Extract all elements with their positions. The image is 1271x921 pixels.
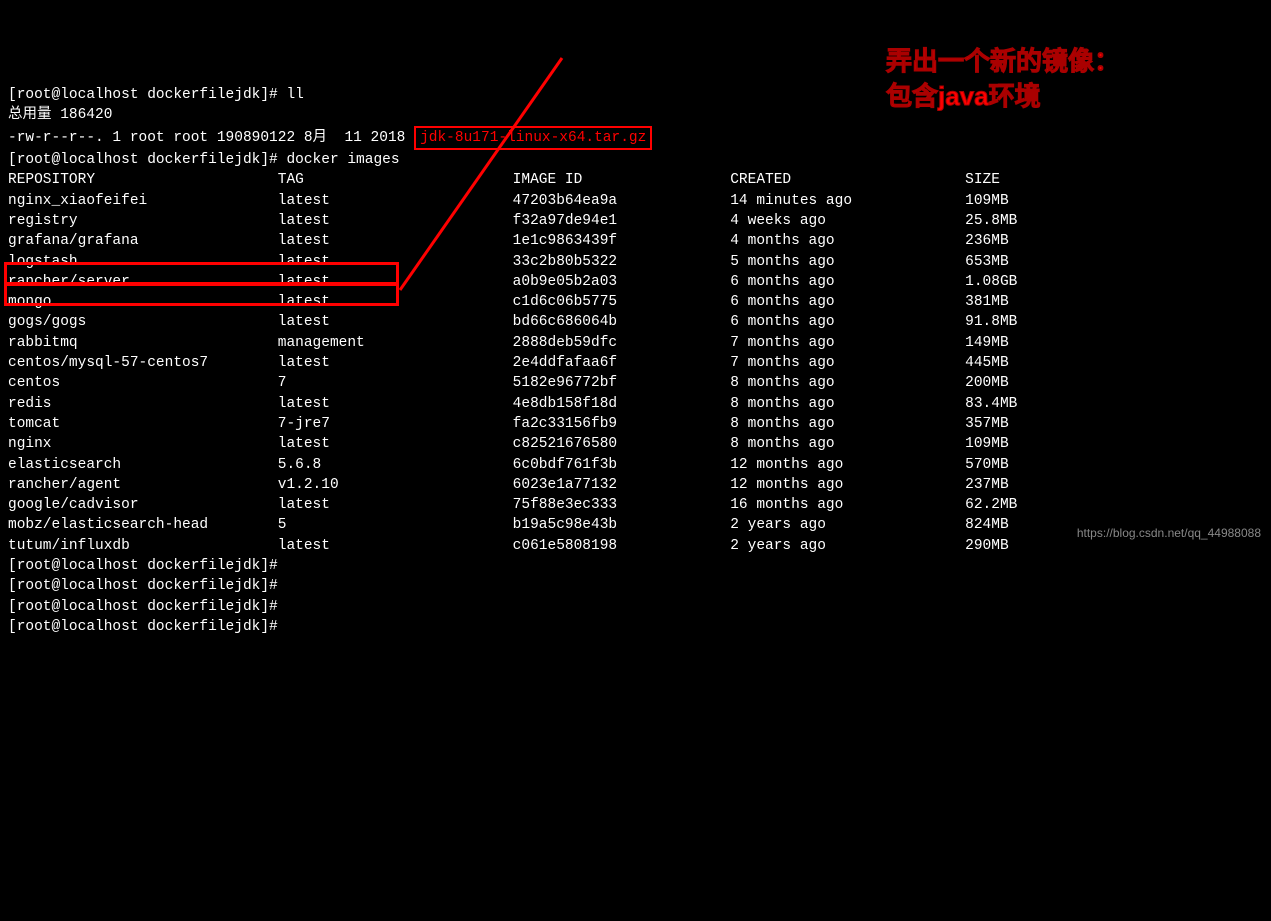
table-header: REPOSITORY TAG IMAGE ID CREATED SIZE bbox=[8, 170, 1263, 190]
table-row: mobz/elasticsearch-head 5 b19a5c98e43b 2… bbox=[8, 515, 1263, 535]
terminal-output: [root@localhost dockerfilejdk]# ll总用量 18… bbox=[8, 85, 1263, 637]
highlighted-filename: jdk-8u171-linux-x64.tar.gz bbox=[414, 126, 652, 150]
table-row: tutum/influxdb latest c061e5808198 2 yea… bbox=[8, 536, 1263, 556]
annotation-text: 弄出一个新的镜像： 包含java环境 bbox=[886, 44, 1246, 114]
table-row: google/cadvisor latest 75f88e3ec333 16 m… bbox=[8, 495, 1263, 515]
table-row: centos 7 5182e96772bf 8 months ago 200MB bbox=[8, 373, 1263, 393]
table-row: rancher/server latest a0b9e05b2a03 6 mon… bbox=[8, 272, 1263, 292]
table-row: elasticsearch 5.6.8 6c0bdf761f3b 12 mont… bbox=[8, 455, 1263, 475]
table-row: gogs/gogs latest bd66c686064b 6 months a… bbox=[8, 312, 1263, 332]
file-listing: -rw-r--r--. 1 root root 190890122 8月 11 … bbox=[8, 126, 1263, 150]
prompt-line-2: [root@localhost dockerfilejdk]# docker i… bbox=[8, 150, 1263, 170]
table-row: rabbitmq management 2888deb59dfc 7 month… bbox=[8, 333, 1263, 353]
prompt-line: [root@localhost dockerfilejdk]# bbox=[8, 556, 1263, 576]
watermark: https://blog.csdn.net/qq_44988088 bbox=[1077, 525, 1261, 542]
table-row: logstash latest 33c2b80b5322 5 months ag… bbox=[8, 252, 1263, 272]
table-row: registry latest f32a97de94e1 4 weeks ago… bbox=[8, 211, 1263, 231]
prompt-line: [root@localhost dockerfilejdk]# bbox=[8, 617, 1263, 637]
table-row: mongo latest c1d6c06b5775 6 months ago 3… bbox=[8, 292, 1263, 312]
annotation-line-1: 弄出一个新的镜像： bbox=[886, 44, 1246, 79]
table-row: nginx latest c82521676580 8 months ago 1… bbox=[8, 434, 1263, 454]
table-row: centos/mysql-57-centos7 latest 2e4ddfafa… bbox=[8, 353, 1263, 373]
table-row: rancher/agent v1.2.10 6023e1a77132 12 mo… bbox=[8, 475, 1263, 495]
prompt-line: [root@localhost dockerfilejdk]# bbox=[8, 597, 1263, 617]
table-row: grafana/grafana latest 1e1c9863439f 4 mo… bbox=[8, 231, 1263, 251]
table-row: nginx_xiaofeifei latest 47203b64ea9a 14 … bbox=[8, 191, 1263, 211]
prompt-line: [root@localhost dockerfilejdk]# bbox=[8, 576, 1263, 596]
table-row: tomcat 7-jre7 fa2c33156fb9 8 months ago … bbox=[8, 414, 1263, 434]
annotation-line-2: 包含java环境 bbox=[886, 79, 1246, 114]
table-row: redis latest 4e8db158f18d 8 months ago 8… bbox=[8, 394, 1263, 414]
